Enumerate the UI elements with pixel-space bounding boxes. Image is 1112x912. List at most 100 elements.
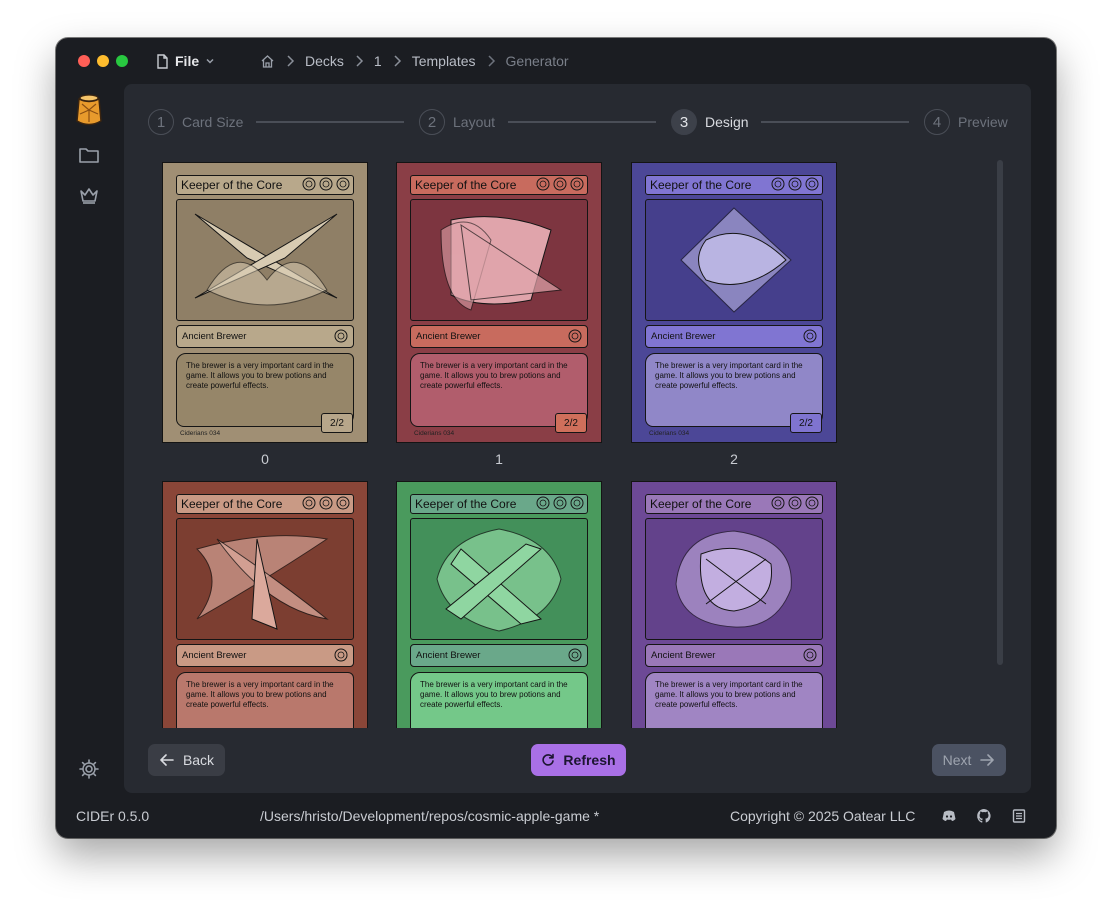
breadcrumb: Decks 1 Templates Generator bbox=[260, 51, 569, 71]
card-power: 2/2 bbox=[790, 413, 822, 433]
breadcrumb-decks[interactable]: Decks bbox=[305, 53, 344, 69]
mana-symbol-icon bbox=[536, 496, 550, 510]
card-preview[interactable]: Keeper of the Core Ancient Brewer The br… bbox=[631, 481, 837, 728]
card-preview[interactable]: Keeper of the Core Ancient Brewer The br… bbox=[162, 481, 368, 728]
github-icon[interactable] bbox=[976, 808, 992, 824]
mana-symbol-icon bbox=[803, 329, 817, 343]
back-label: Back bbox=[182, 752, 215, 768]
card-text: The brewer is a very important card in t… bbox=[655, 680, 803, 709]
refresh-icon bbox=[542, 753, 555, 766]
card-preview[interactable]: Keeper of the Core Ancient Brewer The br… bbox=[396, 162, 602, 472]
status-bar: CIDEr 0.5.0 /Users/hristo/Development/re… bbox=[56, 798, 1056, 838]
home-icon[interactable] bbox=[260, 54, 275, 69]
step-label: Card Size bbox=[182, 114, 244, 130]
mana-symbol-icon bbox=[570, 177, 584, 191]
card-preview[interactable]: Keeper of the Core Ancient Brewer The br… bbox=[396, 481, 602, 728]
app-window: File Decks 1 Templates Generator 1 Card … bbox=[56, 38, 1056, 838]
step-connector bbox=[256, 121, 404, 123]
step-connector bbox=[761, 121, 909, 123]
project-path: /Users/hristo/Development/repos/cosmic-a… bbox=[260, 808, 600, 824]
step-number: 1 bbox=[148, 109, 174, 135]
card-type: Ancient Brewer bbox=[651, 331, 716, 342]
arrow-left-icon bbox=[160, 754, 174, 766]
chevron-right-icon bbox=[356, 55, 363, 67]
chevron-down-icon bbox=[206, 58, 214, 64]
step-label: Design bbox=[705, 114, 749, 130]
card-set-info: Ciderians 034 bbox=[649, 430, 690, 437]
card-type: Ancient Brewer bbox=[416, 650, 481, 661]
card-title: Keeper of the Core bbox=[181, 178, 283, 192]
mana-symbol-icon bbox=[302, 177, 316, 191]
card-art bbox=[410, 518, 588, 640]
step-label: Preview bbox=[958, 114, 1008, 130]
title-bar: File Decks 1 Templates Generator bbox=[56, 38, 1056, 84]
refresh-button[interactable]: Refresh bbox=[531, 744, 626, 776]
app-logo-icon[interactable] bbox=[74, 92, 104, 128]
mana-symbol-icon bbox=[336, 496, 350, 510]
card-face: Keeper of the Core Ancient Brewer The br… bbox=[396, 481, 602, 728]
card-index: 2 bbox=[730, 451, 738, 467]
card-text: The brewer is a very important card in t… bbox=[186, 361, 334, 390]
mana-symbol-icon bbox=[803, 648, 817, 662]
gear-icon[interactable] bbox=[78, 758, 100, 780]
card-art bbox=[176, 199, 354, 321]
mana-symbol-icon bbox=[771, 177, 785, 191]
card-preview[interactable]: Keeper of the Core Ancient Brewer The br… bbox=[162, 162, 368, 472]
discord-icon[interactable] bbox=[941, 808, 957, 824]
chevron-right-icon bbox=[487, 55, 495, 67]
card-face: Keeper of the Core Ancient Brewer The br… bbox=[162, 481, 368, 728]
chevron-right-icon bbox=[394, 55, 401, 67]
card-type: Ancient Brewer bbox=[182, 331, 247, 342]
mana-symbol-icon bbox=[568, 329, 582, 343]
file-menu[interactable]: File bbox=[156, 51, 215, 71]
mana-symbol-icon bbox=[568, 648, 582, 662]
card-type: Ancient Brewer bbox=[416, 331, 481, 342]
step-preview[interactable]: 4 Preview bbox=[924, 108, 1008, 136]
step-layout[interactable]: 2 Layout bbox=[419, 108, 495, 136]
card-title-bar: Keeper of the Core bbox=[410, 175, 588, 195]
scrollbar[interactable] bbox=[997, 160, 1003, 665]
card-cost bbox=[536, 496, 584, 510]
step-number: 2 bbox=[419, 109, 445, 135]
breadcrumb-deck-id[interactable]: 1 bbox=[374, 53, 382, 69]
step-label: Layout bbox=[453, 114, 496, 130]
folder-icon[interactable] bbox=[78, 144, 100, 166]
file-menu-label: File bbox=[175, 53, 200, 69]
card-cost bbox=[302, 177, 350, 191]
breadcrumb-templates[interactable]: Templates bbox=[412, 53, 476, 69]
mana-symbol-icon bbox=[336, 177, 350, 191]
card-art bbox=[645, 518, 823, 640]
card-title: Keeper of the Core bbox=[181, 497, 283, 511]
card-face: Keeper of the Core Ancient Brewer The br… bbox=[631, 162, 837, 443]
card-art bbox=[176, 518, 354, 640]
card-title-bar: Keeper of the Core bbox=[410, 494, 588, 514]
step-design[interactable]: 3 Design bbox=[671, 108, 749, 136]
card-index: 1 bbox=[495, 451, 503, 467]
minimize-window-button[interactable] bbox=[97, 55, 109, 67]
zoom-window-button[interactable] bbox=[116, 55, 128, 67]
mana-symbol-icon bbox=[334, 329, 348, 343]
card-title: Keeper of the Core bbox=[415, 497, 517, 511]
docs-icon[interactable] bbox=[1011, 808, 1027, 824]
mana-symbol-icon bbox=[553, 496, 567, 510]
generator-panel: 1 Card Size 2 Layout 3 Design 4 Preview bbox=[124, 84, 1031, 793]
app-version: CIDEr 0.5.0 bbox=[76, 808, 150, 824]
card-text: The brewer is a very important card in t… bbox=[655, 361, 803, 390]
close-window-button[interactable] bbox=[78, 55, 90, 67]
mana-symbol-icon bbox=[536, 177, 550, 191]
card-power: 2/2 bbox=[321, 413, 353, 433]
step-card-size[interactable]: 1 Card Size bbox=[148, 108, 243, 136]
back-button[interactable]: Back bbox=[148, 744, 225, 776]
card-preview[interactable]: Keeper of the Core Ancient Brewer The br… bbox=[631, 162, 837, 472]
mana-symbol-icon bbox=[302, 496, 316, 510]
card-type-bar: Ancient Brewer bbox=[410, 644, 588, 667]
next-button[interactable]: Next bbox=[932, 744, 1006, 776]
crown-icon[interactable] bbox=[78, 184, 100, 206]
mana-symbol-icon bbox=[805, 496, 819, 510]
card-text: The brewer is a very important card in t… bbox=[420, 361, 568, 390]
refresh-label: Refresh bbox=[563, 752, 616, 768]
card-title-bar: Keeper of the Core bbox=[645, 494, 823, 514]
card-cost bbox=[771, 496, 819, 510]
card-title: Keeper of the Core bbox=[415, 178, 517, 192]
mana-symbol-icon bbox=[570, 496, 584, 510]
